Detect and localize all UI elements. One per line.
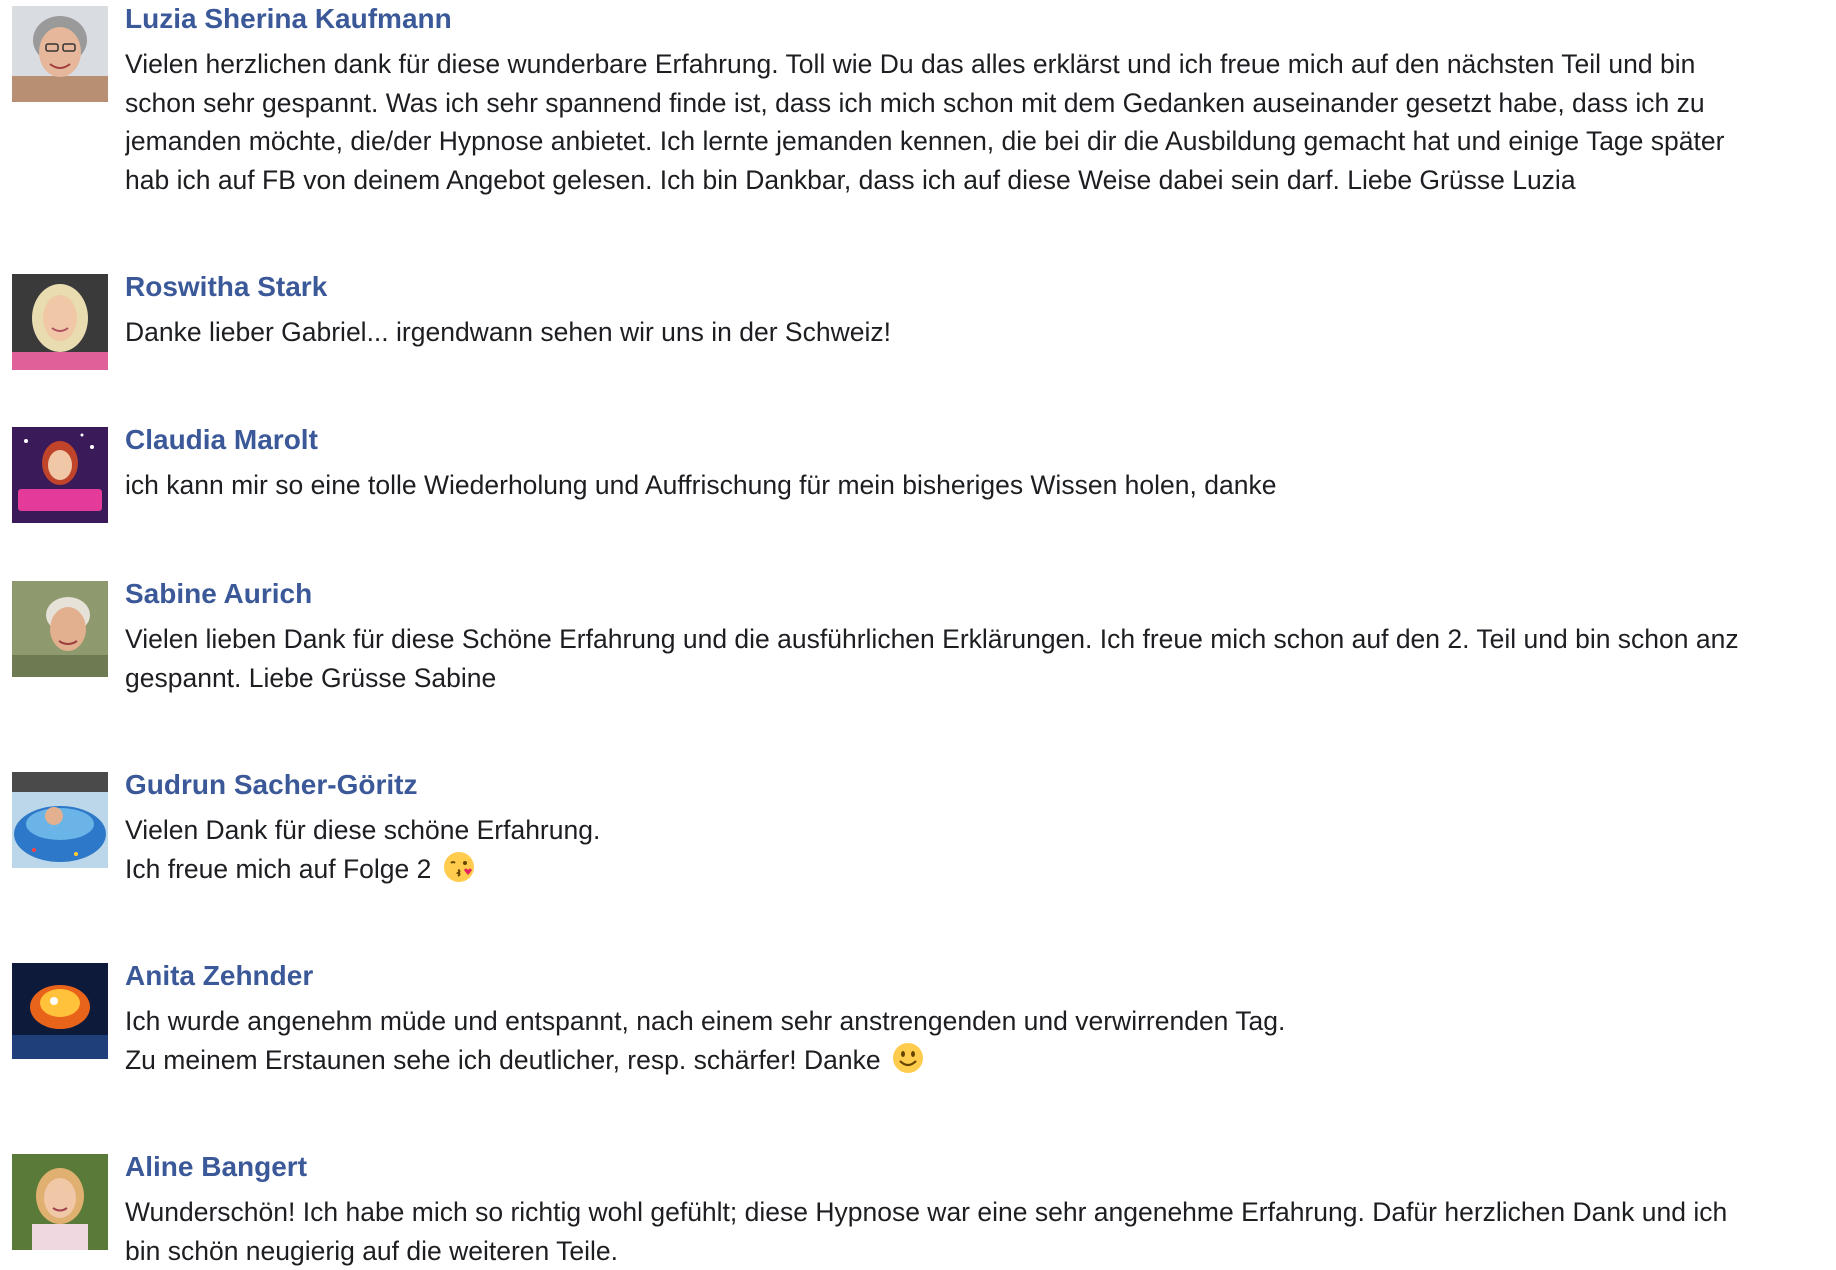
author-name[interactable]: Sabine Aurich [125,575,1836,613]
author-name[interactable]: Anita Zehnder [125,957,1836,995]
comment-line: Wunderschön! Ich habe mich so richtig wo… [125,1197,1728,1227]
avatar[interactable] [12,6,108,102]
comment-text: ich kann mir so eine tolle Wiederholung … [125,466,1836,505]
avatar-image [12,581,108,677]
comment-line: bin schön neugierig auf die weiteren Tei… [125,1235,619,1266]
author-name[interactable]: Luzia Sherina Kaufmann [125,0,1836,38]
avatar[interactable] [12,772,108,868]
avatar-image [12,963,108,1059]
author-name[interactable]: Claudia Marolt [125,421,1836,459]
avatar-image [12,427,108,523]
comment-line: jemanden möchte, die/der Hypnose anbiete… [125,126,1725,156]
comment-line: hab ich auf FB von deinem Angebot gelese… [125,164,1576,195]
avatar-image [12,1154,108,1250]
author-name[interactable]: Roswitha Stark [125,268,1836,306]
smile-emoji-icon [892,1042,924,1074]
avatar[interactable] [12,427,108,523]
avatar[interactable] [12,1154,108,1250]
comment-line: schon sehr gespannt. Was ich sehr spanne… [125,87,1705,118]
comment-line: Danke lieber Gabriel... irgendwann sehen… [125,317,891,347]
comment-line: ich kann mir so eine tolle Wiederholung … [125,470,1277,500]
avatar-image [12,6,108,102]
comment-text: Vielen Dank für diese schöne Erfahrung. … [125,811,1836,888]
comment-line: gespannt. Liebe Grüsse Sabine [125,662,497,693]
comment-line-text: Zu meinem Erstaunen sehe ich deutlicher,… [125,1044,881,1075]
comment-line: Vielen Dank für diese schöne Erfahrung. [125,815,601,845]
avatar-image [12,274,108,370]
comment-line: Vielen herzlichen dank für diese wunderb… [125,49,1696,79]
comment-line: Zu meinem Erstaunen sehe ich deutlicher,… [125,1041,1836,1080]
author-name[interactable]: Aline Bangert [125,1148,1836,1186]
avatar[interactable] [12,274,108,370]
kiss-emoji-icon [443,851,475,883]
comment-text: Wunderschön! Ich habe mich so richtig wo… [125,1193,1836,1270]
comment-line: Ich wurde angenehm müde und entspannt, n… [125,1006,1286,1036]
comment-text: Ich wurde angenehm müde und entspannt, n… [125,1002,1836,1079]
comment-line-text: Ich freue mich auf Folge 2 [125,853,432,884]
avatar-image [12,772,108,868]
comment-text: Danke lieber Gabriel... irgendwann sehen… [125,313,1836,352]
author-name[interactable]: Gudrun Sacher-Göritz [125,766,1836,804]
comment-text: Vielen herzlichen dank für diese wunderb… [125,45,1836,199]
avatar[interactable] [12,963,108,1059]
comment-line: Ich freue mich auf Folge 2 [125,850,1836,889]
comment-text: Vielen lieben Dank für diese Schöne Erfa… [125,620,1836,697]
comment-line: Vielen lieben Dank für diese Schöne Erfa… [125,624,1739,654]
avatar[interactable] [12,581,108,677]
